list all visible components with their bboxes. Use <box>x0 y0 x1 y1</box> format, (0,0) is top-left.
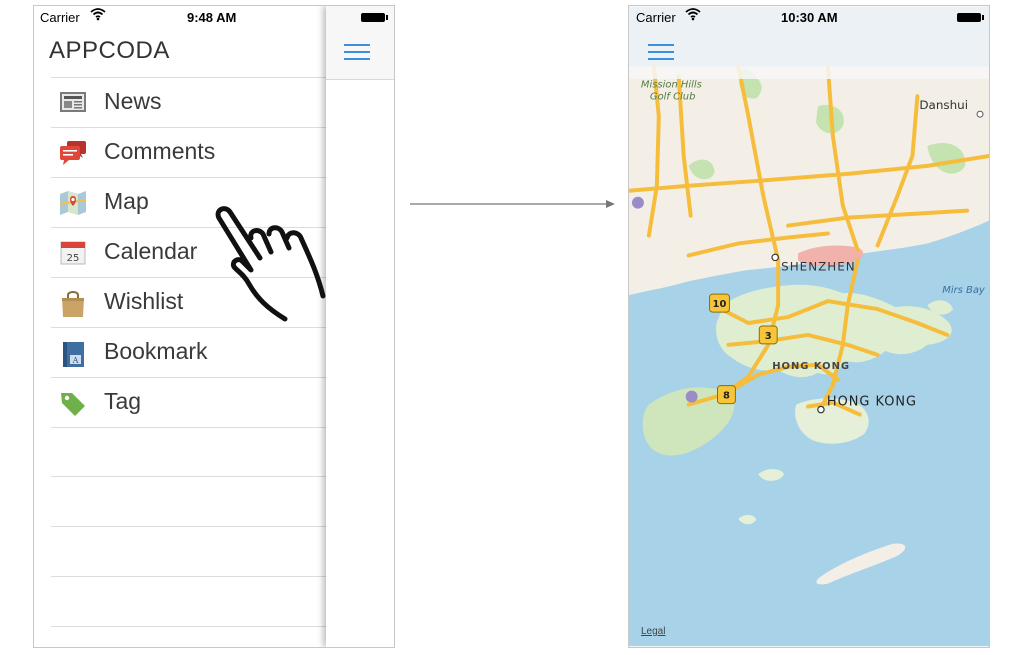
battery-icon <box>957 13 984 22</box>
hong-kong-city-dot <box>817 405 825 414</box>
book-icon: A <box>59 340 85 367</box>
menu-item-label: News <box>104 88 162 114</box>
map-label-hong-kong-city: HONG KONG <box>827 395 917 410</box>
calendar-icon: 25 <box>59 240 86 265</box>
status-bar: Carrier 9:48 AM <box>34 6 326 28</box>
shopping-bag-icon <box>59 290 85 317</box>
map-label-shenzhen: SHENZHEN <box>781 259 856 273</box>
status-bar: Carrier 10:30 AM <box>629 6 989 28</box>
clock-label: 9:48 AM <box>187 10 237 25</box>
menu-item-label: Calendar <box>104 238 198 264</box>
map-label-hong-kong-region: HONG KONG <box>772 361 850 372</box>
menu-toggle-icon[interactable] <box>344 44 370 61</box>
airport-icon <box>685 390 698 403</box>
transition-arrow <box>410 200 615 208</box>
danshui-city-dot <box>976 110 984 118</box>
front-view-panel[interactable] <box>326 6 394 647</box>
menu-item-comments[interactable]: Comments <box>51 128 326 177</box>
speech-bubbles-icon <box>59 140 86 165</box>
legal-link[interactable]: Legal <box>641 626 665 637</box>
divider <box>51 476 326 477</box>
menu-item-label: Comments <box>104 138 216 164</box>
divider <box>51 526 326 527</box>
newspaper-icon <box>59 90 86 114</box>
route-10-shield: 10 <box>713 299 727 310</box>
wifi-icon <box>685 7 701 24</box>
book-icon-letter: A <box>72 356 79 365</box>
menu-item-news[interactable]: News <box>51 78 326 127</box>
menu-item-label: Bookmark <box>104 338 208 364</box>
wifi-icon <box>90 7 106 24</box>
map-label-mirs-bay: Mirs Bay <box>942 285 985 296</box>
divider <box>51 576 326 577</box>
menu-item-bookmark[interactable]: A Bookmark <box>51 328 326 377</box>
divider <box>51 427 326 428</box>
shenzhen-city-dot <box>771 253 779 262</box>
calendar-icon-date: 25 <box>67 253 80 264</box>
route-8-shield: 8 <box>723 391 730 402</box>
menu-toggle-icon[interactable] <box>648 44 674 61</box>
route-3-shield: 3 <box>765 331 772 342</box>
map-icon <box>59 190 87 215</box>
tap-gesture-hand-icon <box>215 206 326 322</box>
airport-icon <box>631 196 644 209</box>
app-title: APPCODA <box>49 37 170 64</box>
menu-item-label: Wishlist <box>104 288 184 314</box>
menu-item-label: Map <box>104 188 149 214</box>
map-view[interactable]: 10 3 8 Mission Hills Golf Club Danshui S… <box>629 6 989 647</box>
right-phone-screen: 10 3 8 Mission Hills Golf Club Danshui S… <box>628 5 990 648</box>
battery-icon <box>361 13 388 22</box>
map-label-golf: Mission Hills <box>641 79 702 90</box>
clock-label: 10:30 AM <box>781 10 838 25</box>
menu-item-tag[interactable]: Tag <box>51 378 326 427</box>
carrier-label: Carrier <box>40 10 80 25</box>
map-label-golf-2: Golf Club <box>650 91 696 102</box>
divider <box>51 626 326 627</box>
tag-icon <box>59 390 85 416</box>
map-label-danshui: Danshui <box>919 98 968 112</box>
menu-item-label: Tag <box>104 388 142 414</box>
carrier-label: Carrier <box>636 10 676 25</box>
